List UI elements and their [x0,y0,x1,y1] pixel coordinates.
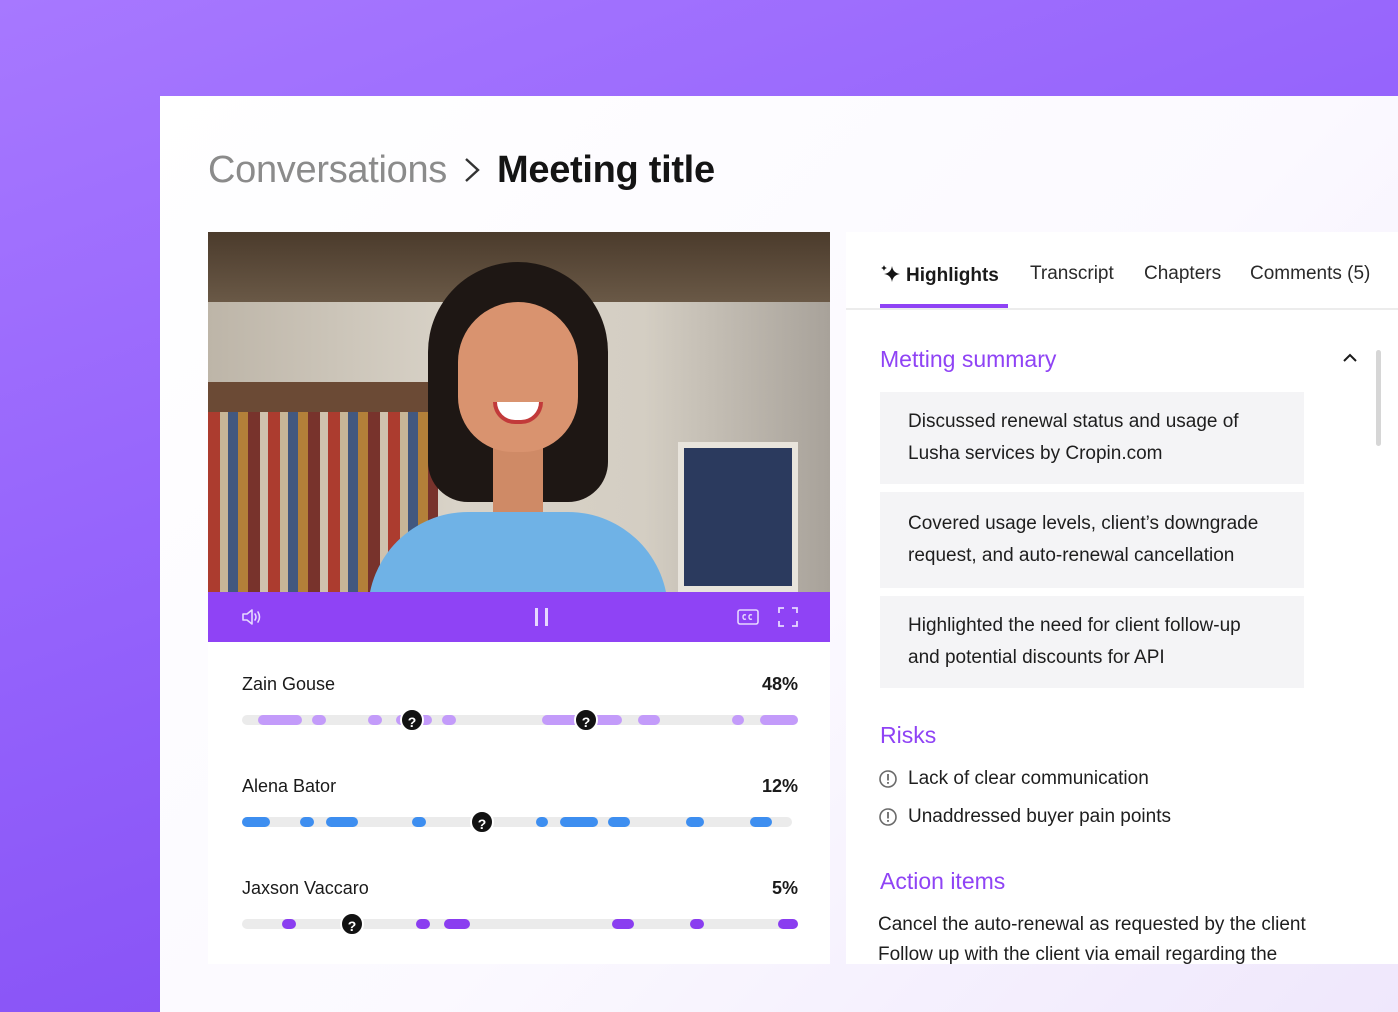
risk-text: Lack of clear communication [908,768,1149,789]
talk-segment[interactable] [326,817,358,827]
action-items-section-title: Action items [880,868,1006,894]
talk-segment[interactable] [608,817,630,827]
talk-segment[interactable] [242,817,270,827]
risks-section-title: Risks [880,722,937,748]
risk-text: Unaddressed buyer pain points [908,806,1172,827]
talk-segment[interactable] [638,715,660,725]
talk-segment[interactable] [536,817,548,827]
tab-highlights-label: Highlights [906,265,999,286]
sparkle-icon [881,265,900,282]
insights-panel: Highlights Transcript Chapters Comments … [846,232,1398,964]
chevron-right-icon [465,158,480,182]
speaker-name: Zain Gouse [242,674,336,694]
pause-icon[interactable] [530,605,554,629]
summary-text: Covered usage levels, client’s downgrade… [908,513,1259,566]
breadcrumb: Conversations Meeting title [208,146,715,194]
alert-circle-icon [879,770,897,788]
speaker-talk-percent: 48% [761,674,798,694]
tab-bar: Highlights Transcript Chapters Comments … [846,232,1398,310]
summary-card: Highlighted the need for client follow-u… [880,596,1304,688]
speaker-timeline-track[interactable]: ? [242,810,792,834]
question-marker[interactable]: ? [574,708,598,732]
talk-segment[interactable] [732,715,744,725]
talk-segment[interactable] [690,919,704,929]
talk-segment[interactable] [612,919,634,929]
summary-card: Covered usage levels, client’s downgrade… [880,492,1304,588]
talk-segment[interactable] [282,919,296,929]
talk-segment[interactable] [300,817,314,827]
talk-segment[interactable] [778,919,798,929]
talk-segment[interactable] [368,715,382,725]
summary-text: Highlighted the need for client follow-u… [908,615,1241,668]
talk-segment[interactable] [686,817,704,827]
summary-section-title: Metting summary [880,346,1057,372]
speaker-talk-percent: 12% [761,776,798,796]
speaker-timeline-panel: Zain Gouse 48% ? ? Alena Bator 12% ? Jax… [208,642,830,964]
tab-transcript[interactable]: Transcript [1030,263,1114,285]
summary-card: Discussed renewal status and usage of Lu… [880,392,1304,484]
volume-icon[interactable] [240,605,264,629]
tab-comments[interactable]: Comments (5) [1250,263,1370,285]
fullscreen-icon[interactable] [776,605,800,629]
video-player[interactable] [208,232,830,592]
risk-item: Unaddressed buyer pain points [878,806,1171,828]
talk-segment[interactable] [442,715,456,725]
chevron-up-icon[interactable] [1340,348,1360,368]
talk-segment[interactable] [560,817,598,827]
talk-segment[interactable] [258,715,302,725]
question-marker[interactable]: ? [470,810,494,834]
player-controls [208,592,830,642]
summary-text: Discussed renewal status and usage of Lu… [908,411,1239,464]
scrollbar-thumb[interactable] [1376,350,1381,446]
alert-circle-icon [879,808,897,826]
talk-segment[interactable] [312,715,326,725]
action-item: Cancel the auto-renewal as requested by … [878,914,1306,935]
tab-chapters[interactable]: Chapters [1144,263,1221,285]
question-marker[interactable]: ? [340,912,364,936]
talk-segment[interactable] [416,919,430,929]
talk-segment[interactable] [760,715,798,725]
speaker-talk-percent: 5% [771,878,798,898]
risk-item: Lack of clear communication [878,768,1149,790]
tab-highlights[interactable]: Highlights [880,263,999,287]
speaker-timeline-track[interactable]: ? [242,912,798,936]
app-window: Conversations Meeting title Zain Gouse 4… [160,96,1398,1012]
question-marker[interactable]: ? [400,708,424,732]
participant-video [368,262,668,592]
talk-segment[interactable] [750,817,772,827]
speaker-timeline-track[interactable]: ? ? [242,708,798,732]
speaker-name: Alena Bator [242,776,337,796]
talk-segment[interactable] [412,817,426,827]
page-title: Meeting title [497,148,715,191]
talk-segment[interactable] [444,919,470,929]
captions-icon[interactable] [736,605,760,629]
speaker-name: Jaxson Vaccaro [242,878,369,898]
action-item: Follow up with the client via email rega… [878,944,1278,964]
breadcrumb-conversations-link[interactable]: Conversations [208,149,447,192]
active-tab-indicator [880,304,1008,308]
